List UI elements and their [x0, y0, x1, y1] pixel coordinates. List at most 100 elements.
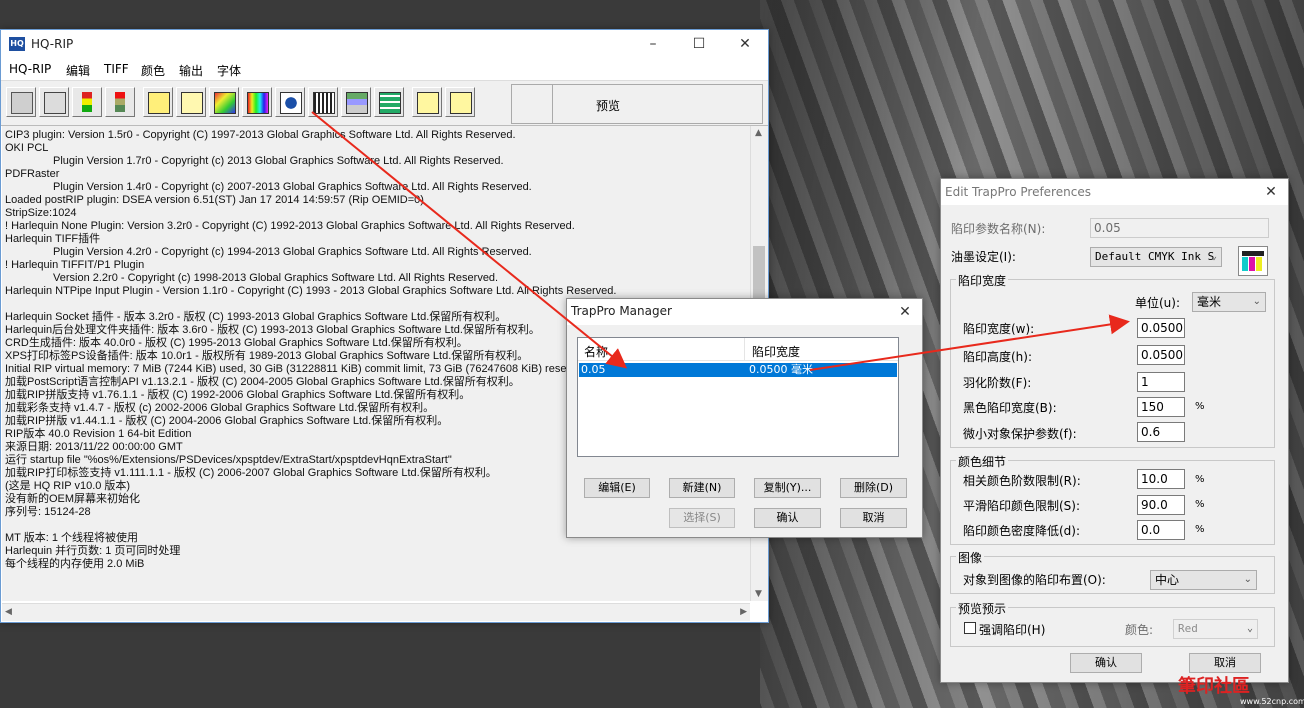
grid-layout-icon[interactable]	[374, 87, 404, 117]
smooth-limit-label: 平滑陷印颜色限制(S):	[963, 499, 1081, 513]
log-line: Plugin Version 1.4r0 - Copyright (c) 200…	[53, 181, 532, 193]
unit-select-value: 毫米	[1197, 295, 1222, 309]
close-icon[interactable]: ✕	[722, 30, 768, 58]
menu-output[interactable]: 输出	[179, 62, 203, 79]
param-name-field[interactable]: 0.05	[1090, 218, 1269, 238]
menu-fonts[interactable]: 字体	[217, 62, 241, 79]
edit-button[interactable]: 编辑(E)	[584, 478, 650, 498]
trap-list[interactable]: 名称 陷印宽度 0.05 0.0500 毫米	[577, 337, 899, 457]
window-title: HQ-RIP	[31, 37, 74, 51]
color-bars-icon[interactable]	[242, 87, 272, 117]
log-line: Harlequin 并行页数: 1 页可同时处理	[5, 545, 181, 557]
log-line: ! Harlequin None Plugin: Version 3.2r0 -…	[5, 220, 575, 232]
menu-color[interactable]: 颜色	[141, 62, 165, 79]
color-label: 颜色:	[1125, 623, 1154, 637]
traffic-light-red-icon[interactable]	[105, 87, 135, 117]
document-list-icon[interactable]	[176, 87, 206, 117]
image-group-title: 图像	[956, 549, 985, 566]
title-bar[interactable]: HQ HQ-RIP – ☐ ✕	[1, 30, 768, 58]
column-width[interactable]: 陷印宽度	[752, 343, 800, 360]
ink-bottles-icon[interactable]	[1238, 246, 1268, 276]
print-queue-icon[interactable]	[39, 87, 69, 117]
traffic-light-green-icon[interactable]	[72, 87, 102, 117]
list-item[interactable]: 0.05 0.0500 毫米	[579, 363, 897, 377]
emphasize-checkbox[interactable]	[964, 622, 976, 634]
log-line: StripSize:1024	[5, 207, 77, 219]
black-width-field[interactable]: 150	[1137, 397, 1185, 417]
prefs-cancel-button[interactable]: 取消	[1189, 653, 1261, 673]
log-line: Plugin Version 1.7r0 - Copyright (c) 201…	[53, 155, 504, 167]
log-line: 加载彩条支持 v1.4.7 - 版权 (c) 2002-2006 Global …	[5, 402, 435, 414]
menu-edit[interactable]: 编辑	[66, 62, 90, 79]
log-line: (这是 HQ RIP v10.0 版本)	[5, 480, 131, 492]
close-icon[interactable]: ✕	[1254, 179, 1288, 205]
feather-field[interactable]: 1	[1137, 372, 1185, 392]
log-line: 来源日期: 2013/11/22 00:00:00 GMT	[5, 441, 183, 453]
trap-height-field[interactable]: 0.0500	[1137, 345, 1185, 365]
small-object-field[interactable]: 0.6	[1137, 422, 1185, 442]
log-line: Version 2.2r0 - Copyright (c) 1998-2013 …	[53, 272, 499, 284]
color-palette-icon[interactable]	[209, 87, 239, 117]
color-select-value: Red	[1178, 622, 1198, 635]
scroll-up-icon[interactable]: ▲	[755, 128, 762, 138]
output-export-icon[interactable]	[412, 87, 442, 117]
preview-label: 预览	[596, 99, 621, 113]
menu-tiff[interactable]: TIFF	[104, 62, 129, 76]
trap-width-field[interactable]: 0.0500	[1137, 318, 1185, 338]
scroll-right-icon[interactable]: ▶	[740, 607, 747, 617]
minimize-icon[interactable]: –	[630, 30, 676, 58]
maximize-icon[interactable]: ☐	[676, 30, 722, 58]
cancel-button[interactable]: 取消	[840, 508, 907, 528]
object-image-select[interactable]: 中心 ⌄	[1150, 570, 1257, 590]
delete-button[interactable]: 删除(D)	[840, 478, 907, 498]
page-setup-icon[interactable]	[143, 87, 173, 117]
manager-title-bar[interactable]: TrapPro Manager ✕	[567, 299, 922, 325]
scroll-left-icon[interactable]: ◀	[5, 607, 12, 617]
smooth-limit-field[interactable]: 90.0	[1137, 495, 1185, 515]
preview-image-icon[interactable]	[445, 87, 475, 117]
log-line: 加载RIP打印标签支持 v1.111.1.1 - 版权 (C) 2006-200…	[5, 467, 497, 479]
stack-icon[interactable]	[341, 87, 371, 117]
new-button[interactable]: 新建(N)	[669, 478, 735, 498]
color-select[interactable]: Red ⌄	[1173, 619, 1258, 639]
log-line: 没有新的OEM屏幕来初始化	[5, 493, 141, 505]
preferences-title-bar[interactable]: Edit TrapPro Preferences ✕	[941, 179, 1288, 205]
step-limit-field[interactable]: 10.0	[1137, 469, 1185, 489]
prefs-ok-button[interactable]: 确认	[1070, 653, 1142, 673]
film-icon[interactable]	[308, 87, 338, 117]
param-name-label: 陷印参数名称(N):	[951, 222, 1046, 236]
density-label: 陷印颜色密度降低(d):	[963, 524, 1081, 538]
ink-select[interactable]: Default CMYK Ink S ⌄	[1090, 247, 1222, 267]
emphasize-label: 强调陷印(H)	[979, 623, 1046, 637]
menu-hq-rip[interactable]: HQ-RIP	[9, 62, 51, 76]
density-field[interactable]: 0.0	[1137, 520, 1185, 540]
small-object-label: 微小对象保护参数(f):	[963, 427, 1077, 441]
log-line: Harlequin NTPipe Input Plugin - Version …	[5, 285, 617, 297]
watermark-url: www.52cnp.com	[1240, 697, 1304, 706]
chevron-down-icon: ⌄	[1243, 574, 1252, 585]
close-icon[interactable]: ✕	[888, 299, 922, 325]
object-image-select-value: 中心	[1155, 573, 1180, 587]
log-line: 每个线程的内存使用 2.0 MiB	[5, 558, 145, 570]
scroll-down-icon[interactable]: ▼	[755, 589, 762, 599]
horizontal-scrollbar[interactable]: ◀ ▶	[2, 603, 750, 621]
toolbar: 预览	[1, 80, 768, 126]
log-line: 序列号: 15124-28	[5, 506, 91, 518]
trap-width-group-title: 陷印宽度	[956, 272, 1009, 289]
calibration-icon[interactable]	[275, 87, 305, 117]
percent-sign: %	[1195, 499, 1205, 510]
unit-select[interactable]: 毫米 ⌄	[1192, 292, 1266, 312]
log-line: OKI PCL	[5, 142, 49, 154]
log-line: Harlequin Socket 插件 - 版本 3.2r0 - 版权 (C) …	[5, 311, 507, 323]
column-name[interactable]: 名称	[584, 343, 608, 360]
step-limit-label: 相关颜色阶数限制(R):	[963, 474, 1081, 488]
log-line: Harlequin TIFF插件	[5, 233, 101, 245]
watermark-logo: 筆印社區	[1178, 676, 1250, 697]
printer-settings-icon[interactable]	[6, 87, 36, 117]
ink-select-value: Default CMYK Ink S	[1095, 250, 1215, 263]
preview-panel[interactable]: 预览	[511, 84, 763, 124]
copy-button[interactable]: 复制(Y)...	[754, 478, 821, 498]
select-button[interactable]: 选择(S)	[669, 508, 735, 528]
ok-button[interactable]: 确认	[754, 508, 821, 528]
preferences-title: Edit TrapPro Preferences	[945, 185, 1091, 199]
